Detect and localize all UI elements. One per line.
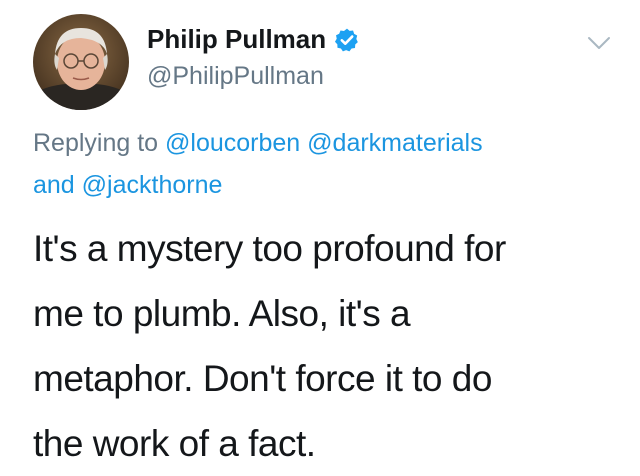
- reply-prefix: Replying to: [33, 129, 159, 157]
- avatar-image: [33, 14, 129, 110]
- mention-link[interactable]: @jackthorne: [82, 171, 223, 199]
- tweet-text-line: me to plumb. Also, it's a: [33, 293, 411, 334]
- tweet-text-line: the work of a fact.: [33, 423, 316, 464]
- author-avatar[interactable]: [33, 14, 129, 110]
- chevron-down-icon[interactable]: [586, 34, 612, 52]
- tweet-text-line: metaphor. Don't force it to do: [33, 358, 492, 399]
- reply-conjunction: and: [33, 171, 75, 199]
- author-display-name[interactable]: Philip Pullman: [147, 24, 326, 55]
- tweet-card: Philip Pullman @PhilipPullman Replying t…: [0, 0, 640, 468]
- author-name-row: Philip Pullman: [147, 24, 360, 55]
- verified-badge-icon: [334, 27, 360, 53]
- tweet-text-line: It's a mystery too profound for: [33, 228, 506, 269]
- mention-link[interactable]: @darkmaterials: [307, 129, 482, 157]
- reply-context: Replying to @loucorben @darkmaterials an…: [33, 122, 633, 206]
- author-handle[interactable]: @PhilipPullman: [147, 62, 324, 91]
- mention-link[interactable]: @loucorben: [165, 129, 300, 157]
- tweet-text: It's a mystery too profound for me to pl…: [33, 216, 633, 476]
